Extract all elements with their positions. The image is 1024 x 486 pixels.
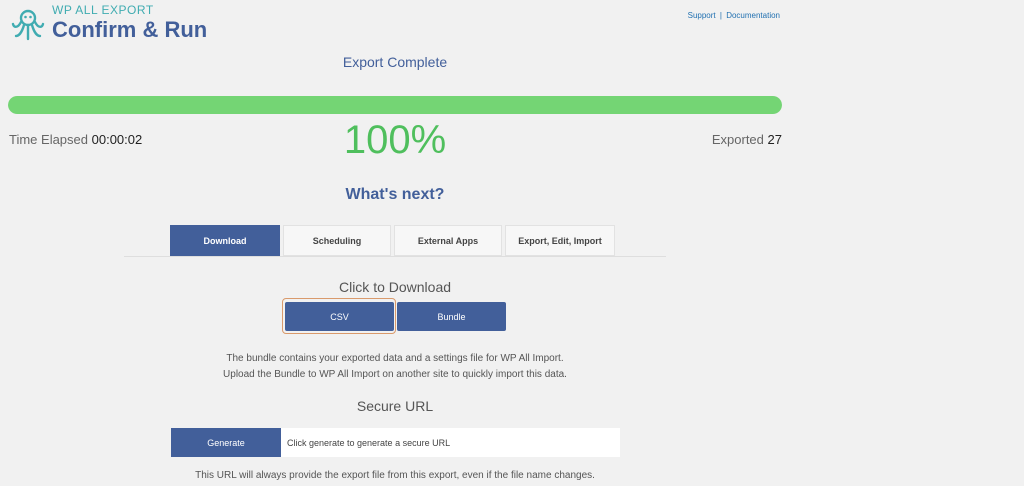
- action-tabs: Download Scheduling External Apps Export…: [170, 225, 618, 256]
- bundle-note-line-2: Upload the Bundle to WP All Import on an…: [223, 369, 567, 380]
- exported-count: Exported 27: [712, 132, 782, 147]
- tab-external-apps[interactable]: External Apps: [394, 225, 502, 256]
- page-title: Confirm & Run: [52, 17, 208, 42]
- csv-download-button[interactable]: CSV: [285, 302, 394, 331]
- link-separator: |: [719, 11, 722, 20]
- download-heading: Click to Download: [338, 279, 452, 295]
- tab-scheduling[interactable]: Scheduling: [283, 225, 391, 256]
- brand-text: WP ALL EXPORT Confirm & Run: [52, 4, 207, 43]
- bundle-note-line-1: The bundle contains your exported data a…: [226, 353, 564, 364]
- progress-bar: [8, 96, 782, 114]
- exported-label: Exported: [711, 132, 764, 147]
- tab-download[interactable]: Download: [170, 225, 280, 256]
- progress-percent: 100%: [343, 118, 447, 162]
- support-link[interactable]: Support: [688, 11, 716, 20]
- documentation-link[interactable]: Documentation: [726, 11, 780, 20]
- octopus-logo-icon: [11, 9, 45, 41]
- export-status-title: Export Complete: [342, 54, 448, 70]
- bundle-description: The bundle contains your exported data a…: [0, 351, 790, 383]
- generate-url-button[interactable]: Generate: [171, 428, 281, 457]
- whats-next-heading: What's next?: [345, 186, 445, 203]
- progress-fill: [8, 96, 782, 114]
- brand-subtitle: WP ALL EXPORT: [52, 3, 154, 17]
- secure-url-heading: Secure URL: [356, 398, 434, 414]
- top-links: Support | Documentation: [688, 11, 780, 20]
- header: WP ALL EXPORT Confirm & Run: [10, 4, 207, 43]
- tab-export-edit-import[interactable]: Export, Edit, Import: [505, 225, 615, 256]
- exported-value: 27: [767, 132, 782, 147]
- bundle-download-button[interactable]: Bundle: [397, 302, 506, 331]
- secure-url-field[interactable]: [281, 428, 620, 457]
- secure-url-note: This URL will always provide the export …: [195, 470, 595, 481]
- tab-divider: [124, 256, 666, 257]
